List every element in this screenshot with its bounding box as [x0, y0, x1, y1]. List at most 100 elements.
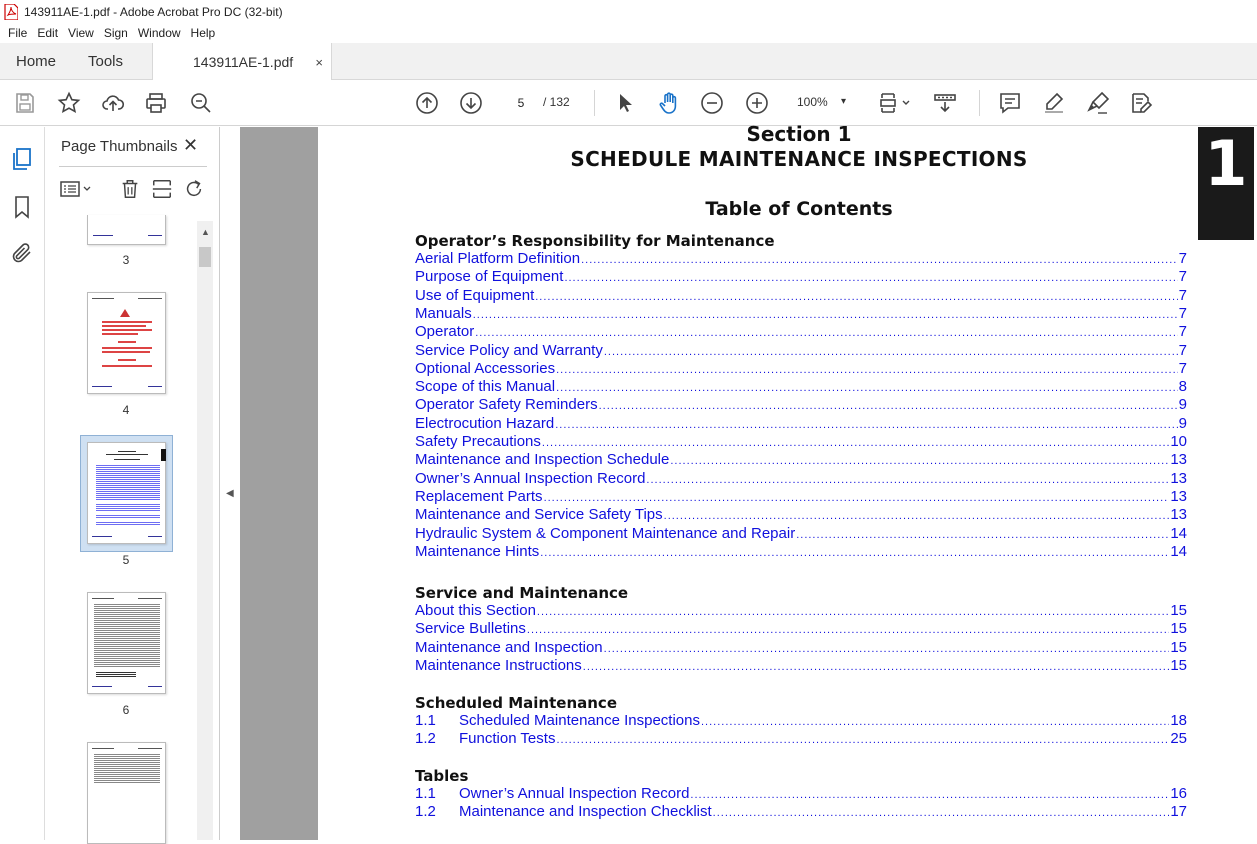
tab-document[interactable]: 143911AE-1.pdf ×: [152, 43, 332, 81]
page-thumbnails-icon[interactable]: [10, 147, 34, 171]
toc-dot-leader: [564, 272, 1177, 284]
thumbnail-page[interactable]: [87, 292, 166, 394]
toc-link[interactable]: Operator 7: [415, 323, 1187, 341]
menu-window[interactable]: Window: [138, 26, 181, 40]
toc-link[interactable]: Manuals 7: [415, 305, 1187, 323]
thumbnail-page-selected[interactable]: [87, 442, 166, 544]
collapse-panel-icon[interactable]: ◀: [226, 488, 234, 499]
toc-link[interactable]: Optional Accessories 7: [415, 360, 1187, 378]
toc-link[interactable]: Service Bulletins 15: [415, 620, 1187, 638]
toc-link[interactable]: Operator Safety Reminders 9: [415, 396, 1187, 414]
thumbnail-page[interactable]: [87, 742, 166, 844]
hand-tool-icon[interactable]: [656, 90, 682, 116]
tab-home[interactable]: Home: [16, 43, 56, 80]
bookmark-icon[interactable]: [10, 195, 34, 219]
save-icon[interactable]: [12, 90, 38, 116]
toc-link[interactable]: 1.1 Scheduled Maintenance Inspections 18: [415, 712, 1187, 730]
toc-page-number: 25: [1170, 730, 1187, 748]
edit-form-icon[interactable]: [1128, 90, 1154, 116]
title-bar: 143911AE-1.pdf - Adobe Acrobat Pro DC (3…: [0, 0, 1257, 23]
toc-link[interactable]: Electrocution Hazard 9: [415, 415, 1187, 433]
page-number-input[interactable]: 5: [503, 92, 539, 114]
menu-view[interactable]: View: [68, 26, 94, 40]
toc-page-number: 15: [1170, 638, 1187, 656]
toc-dot-leader: [690, 789, 1169, 801]
scroll-mode-icon[interactable]: [932, 90, 958, 116]
toc-link[interactable]: 1.2 Maintenance and Inspection Checklist 1…: [415, 803, 1187, 821]
thumbnail-page[interactable]: [87, 215, 166, 245]
toc-dot-leader: [473, 309, 1178, 321]
sign-pen-icon[interactable]: [1085, 90, 1111, 116]
toc-link[interactable]: Hydraulic System & Component Maintenance…: [415, 525, 1187, 543]
zoom-in-icon[interactable]: [744, 90, 770, 116]
toc-page-number: 13: [1170, 469, 1187, 487]
toc-page-number: 15: [1170, 656, 1187, 674]
menu-edit[interactable]: Edit: [37, 26, 58, 40]
toc-label: Hydraulic System & Component Maintenance…: [415, 524, 796, 542]
zoom-level-select[interactable]: 100% ▾: [789, 92, 857, 114]
page-fit-icon[interactable]: [876, 90, 916, 116]
print-icon[interactable]: [143, 90, 169, 116]
toc-page-number: 15: [1170, 620, 1187, 638]
toc-link[interactable]: About this Section 15: [415, 602, 1187, 620]
toc-link[interactable]: Safety Precautions 10: [415, 433, 1187, 451]
scrollbar-thumb[interactable]: [199, 247, 211, 267]
highlight-pen-icon[interactable]: [1041, 90, 1067, 116]
menu-help[interactable]: Help: [191, 26, 216, 40]
thumbnail-label: 4: [122, 403, 130, 417]
toc-label: Maintenance and Inspection: [415, 638, 603, 656]
toc-number: 1.2: [415, 730, 436, 748]
select-cursor-icon[interactable]: [612, 90, 638, 116]
toc-link[interactable]: Scope of this Manual 8: [415, 378, 1187, 396]
scroll-up-icon[interactable]: ▲: [201, 227, 210, 237]
toc-dot-leader: [535, 291, 1177, 303]
close-panel-icon[interactable]: ✕: [183, 135, 198, 156]
comment-icon[interactable]: [997, 90, 1023, 116]
window-title: 143911AE-1.pdf - Adobe Acrobat Pro DC (3…: [24, 4, 283, 19]
toc-dot-leader: [604, 643, 1170, 655]
toc-label: Manuals: [415, 304, 472, 322]
toc-page-number: 14: [1170, 524, 1187, 542]
delete-page-icon[interactable]: [119, 177, 141, 201]
menu-file[interactable]: File: [8, 26, 27, 40]
attachment-icon[interactable]: [10, 241, 34, 265]
toc-link[interactable]: Maintenance and Inspection Schedule 13: [415, 451, 1187, 469]
toc-link[interactable]: Maintenance and Inspection 15: [415, 639, 1187, 657]
toc-label: Function Tests: [459, 730, 556, 748]
toc-link[interactable]: Maintenance Instructions 15: [415, 657, 1187, 675]
toc-dot-leader: [796, 529, 1169, 541]
rotate-page-icon[interactable]: [183, 177, 205, 201]
thumbnail-page[interactable]: [87, 592, 166, 694]
toc-link[interactable]: Owner’s Annual Inspection Record 13: [415, 470, 1187, 488]
toc-link[interactable]: Service Policy and Warranty 7: [415, 342, 1187, 360]
toc-link[interactable]: Replacement Parts 13: [415, 488, 1187, 506]
toc-link[interactable]: 1.1 Owner’s Annual Inspection Record 16: [415, 785, 1187, 803]
toc-label: Maintenance Instructions: [415, 656, 582, 674]
thumbnail-options-icon[interactable]: [59, 177, 93, 201]
toolbar-divider: [979, 90, 980, 116]
zoom-out-icon[interactable]: [699, 90, 725, 116]
upload-cloud-icon[interactable]: [100, 90, 126, 116]
toc-link[interactable]: Purpose of Equipment 7: [415, 268, 1187, 286]
toc-link[interactable]: Use of Equipment 7: [415, 287, 1187, 305]
toc-dot-leader: [556, 734, 1169, 746]
toc-link[interactable]: 1.2 Function Tests 25: [415, 730, 1187, 748]
toc-link[interactable]: Maintenance Hints 14: [415, 543, 1187, 561]
toc-section-heading: Operator’s Responsibility for Maintenanc…: [415, 232, 775, 250]
toc-label: Safety Precautions: [415, 433, 541, 450]
toc-label: Maintenance Hints: [415, 542, 540, 560]
next-page-icon[interactable]: [458, 90, 484, 116]
zoom-search-icon[interactable]: [188, 90, 214, 116]
tab-close-icon[interactable]: ×: [315, 55, 323, 70]
toc-link[interactable]: Maintenance and Service Safety Tips 13: [415, 506, 1187, 524]
toc-page-number: 7: [1178, 250, 1187, 267]
toc-link[interactable]: Aerial Platform Definition 7: [415, 250, 1187, 268]
extract-pages-icon[interactable]: [151, 177, 173, 201]
menu-sign[interactable]: Sign: [104, 26, 128, 40]
previous-page-icon[interactable]: [414, 90, 440, 116]
panel-title: Page Thumbnails: [61, 138, 178, 155]
star-icon[interactable]: [56, 90, 82, 116]
thumbnails-scrollbar[interactable]: ▲: [197, 221, 213, 840]
tab-tools[interactable]: Tools: [88, 43, 123, 80]
toc-page-number: 9: [1178, 396, 1187, 414]
